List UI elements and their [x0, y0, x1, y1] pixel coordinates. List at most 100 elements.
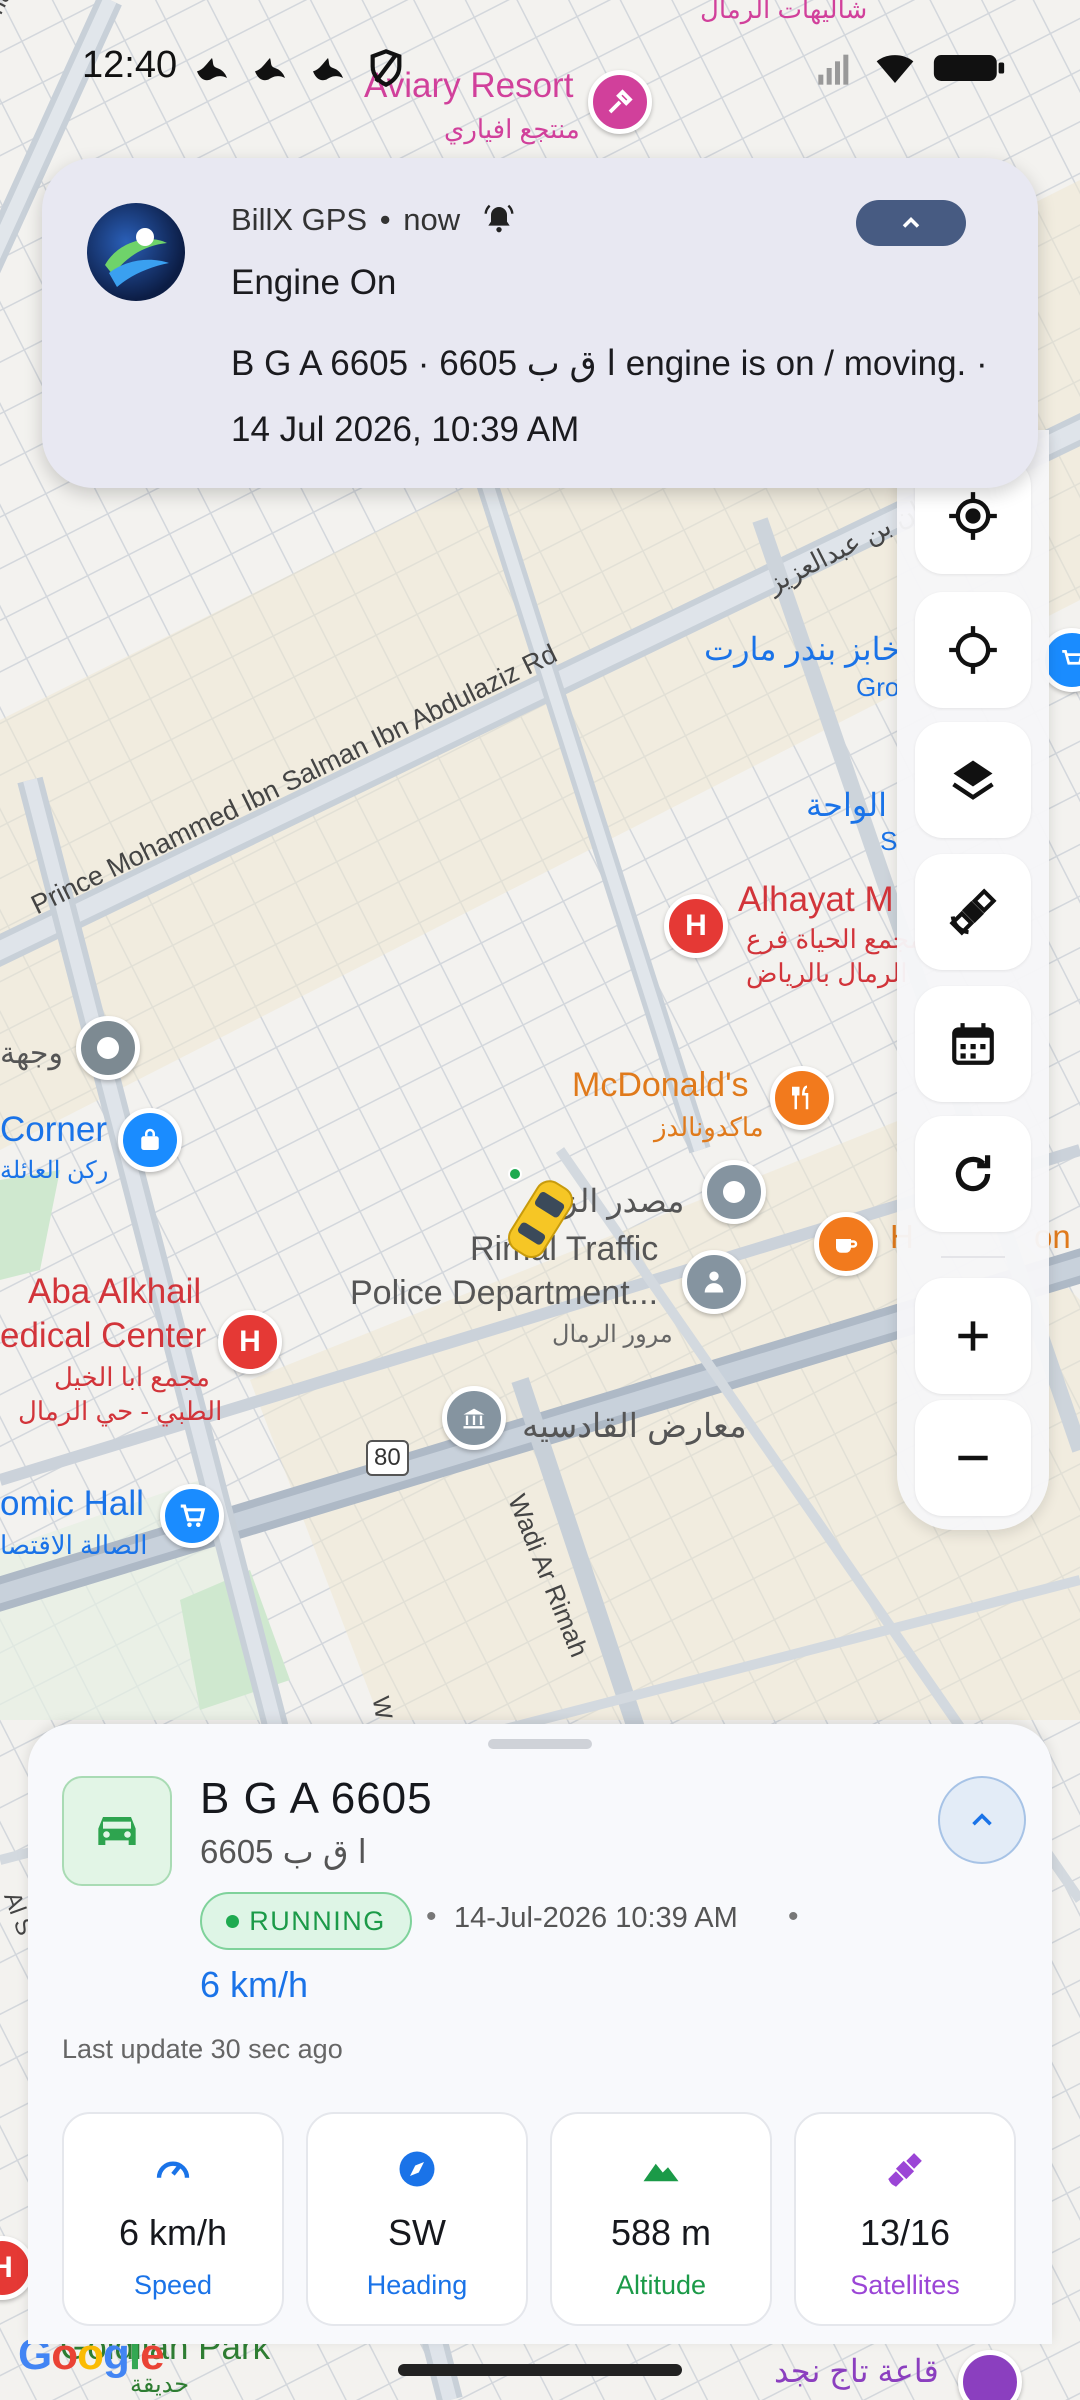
sheet-drag-handle[interactable] — [488, 1739, 592, 1749]
map-label-taj-najd: قاعة تاج نجد — [774, 2353, 939, 2389]
chevron-up-icon — [902, 217, 920, 228]
calendar-icon — [952, 1023, 994, 1065]
vehicle-timestamp: 14-Jul-2026 10:39 AM — [454, 1902, 738, 1934]
status-dot — [226, 1914, 240, 1928]
speed-value: 6 km/h — [118, 2212, 228, 2253]
dot-icon — [97, 1037, 119, 1059]
bird-notification-icon — [313, 58, 343, 81]
speedometer-icon — [156, 2161, 190, 2178]
economic-hall-pin[interactable] — [160, 1484, 224, 1548]
zoom-out-button[interactable] — [915, 1400, 1031, 1516]
map-label-alhayat: Alhayat M — [738, 880, 894, 919]
vehicle-bottom-sheet[interactable]: B G A 6605 6605 ا ق ب RUNNING • 14-Jul-2… — [28, 1724, 1052, 2344]
toolbar-divider — [941, 1256, 1005, 1258]
satellite-icon — [888, 2153, 922, 2187]
rimal-traffic-pin[interactable] — [682, 1250, 746, 1314]
map-label-aba-alkhail-ar2: الطبي - حي الرمال — [18, 1396, 223, 1426]
shopping-cart-icon — [180, 1504, 206, 1527]
notification-body: B G A 6605 · 6605 ا ق ب engine is on / m… — [231, 344, 988, 449]
map-label-w-fragment: W — [366, 1694, 398, 1722]
map-label-aba-alkhail-1: Aba Alkhail — [28, 1272, 202, 1311]
status-bar: 12:40 — [0, 0, 1080, 136]
history-calendar-button[interactable] — [915, 986, 1031, 1102]
mountain-icon — [643, 2163, 679, 2182]
altitude-label: Altitude — [615, 2270, 707, 2300]
notification-collapse-button[interactable] — [856, 200, 966, 246]
vehicle-marker[interactable] — [495, 1160, 585, 1270]
route-shield-80: 80 — [366, 1440, 409, 1476]
heading-value: SW — [388, 2212, 446, 2253]
map-label-s-fragment: S — [880, 826, 898, 856]
crosshair-icon — [949, 626, 997, 674]
app-logo — [87, 203, 185, 301]
billx-logo-icon — [105, 228, 169, 287]
map-label-waha: الواحة — [806, 787, 887, 823]
chevron-up-icon — [972, 1813, 992, 1826]
map-label-gro: Gro — [856, 672, 900, 702]
sheet-collapse-button[interactable] — [938, 1776, 1026, 1864]
map-label-economic-hall-ar: الصالة الاقتصا — [0, 1530, 148, 1560]
satellites-card[interactable]: 13/16 Satellites — [794, 2112, 1016, 2326]
altitude-card[interactable]: 588 m Altitude — [550, 2112, 772, 2326]
status-separator: • — [788, 1900, 799, 1933]
restaurant-icon — [792, 1085, 809, 1110]
qadisiyah-pin[interactable] — [442, 1386, 506, 1450]
vehicle-speed: 6 km/h — [200, 1964, 309, 2005]
last-update: Last update 30 sec ago — [62, 2034, 343, 2064]
shopping-bag-icon — [141, 1128, 159, 1150]
dot-icon — [723, 1181, 745, 1203]
bell-icon — [484, 204, 514, 233]
notification-header: BillX GPS • now — [231, 202, 515, 238]
satellite-icon — [949, 888, 997, 936]
center-vehicle-button[interactable] — [915, 592, 1031, 708]
map-layers-button[interactable] — [915, 722, 1031, 838]
notification-time: now — [403, 202, 461, 237]
masdar-pin[interactable] — [702, 1160, 766, 1224]
my-location-icon — [949, 492, 997, 540]
family-corner-pin[interactable] — [118, 1108, 182, 1172]
heading-card[interactable]: SW Heading — [306, 2112, 528, 2326]
bird-notification-icon — [197, 58, 227, 81]
map-label-wajha: وجهة — [0, 1037, 63, 1070]
map-label-corner-ar: ركن العائلة — [0, 1157, 109, 1184]
battery-icon — [933, 55, 1005, 81]
map-label-rimal-traffic-ar: مرور الرمال — [552, 1321, 673, 1348]
wajha-pin[interactable] — [76, 1016, 140, 1080]
vehicle-avatar — [62, 1776, 172, 1886]
map-label-khabz-bandar: خابز بندر مارت — [704, 631, 902, 667]
signal-icon — [818, 54, 849, 85]
shopping-cart-icon — [1062, 649, 1080, 665]
status-badge-label: RUNNING — [249, 1905, 386, 1936]
satellite-view-button[interactable] — [915, 854, 1031, 970]
map-label-mcdonalds: McDonald's — [572, 1066, 749, 1104]
plus-icon — [958, 1321, 988, 1351]
map-label-aba-alkhail-ar1: مجمع ابا الخيل — [54, 1362, 210, 1392]
museum-icon — [463, 1408, 485, 1429]
vehicle-plate: B G A 6605 — [200, 1774, 433, 1823]
satellites-value: 13/16 — [859, 2212, 951, 2253]
map-label-economic-hall: omic Hall — [0, 1484, 144, 1523]
map-label-rimal-traffic-2: Police Department... — [350, 1274, 659, 1312]
minus-icon — [958, 1455, 988, 1461]
bird-notification-icon — [255, 58, 285, 81]
cafe-pin[interactable] — [814, 1212, 878, 1276]
refresh-icon — [955, 1155, 991, 1192]
aba-alkhail-medical-pin[interactable]: H — [218, 1310, 282, 1374]
home-indicator[interactable] — [398, 2364, 682, 2376]
speed-card[interactable]: 6 km/h Speed — [62, 2112, 284, 2326]
car-icon — [98, 1817, 136, 1845]
zoom-in-button[interactable] — [915, 1278, 1031, 1394]
alhayat-medical-pin[interactable]: H — [664, 894, 728, 958]
notification-card[interactable]: BillX GPS • now Engine On B G A 6605 · 6… — [42, 158, 1038, 488]
status-badge: RUNNING — [200, 1892, 412, 1950]
heading-label: Heading — [366, 2270, 468, 2300]
map-label-alhayat-ar2: الرمال بالرياض — [746, 958, 908, 988]
satellites-label: Satellites — [850, 2270, 960, 2300]
map-label-corner: Corner — [0, 1110, 107, 1149]
layers-icon — [952, 760, 994, 800]
map-controls-toolbar — [897, 430, 1049, 1530]
notification-app-name: BillX GPS — [231, 202, 368, 237]
refresh-button[interactable] — [915, 1116, 1031, 1232]
mcdonalds-pin[interactable] — [770, 1066, 834, 1130]
speed-label: Speed — [133, 2270, 213, 2300]
